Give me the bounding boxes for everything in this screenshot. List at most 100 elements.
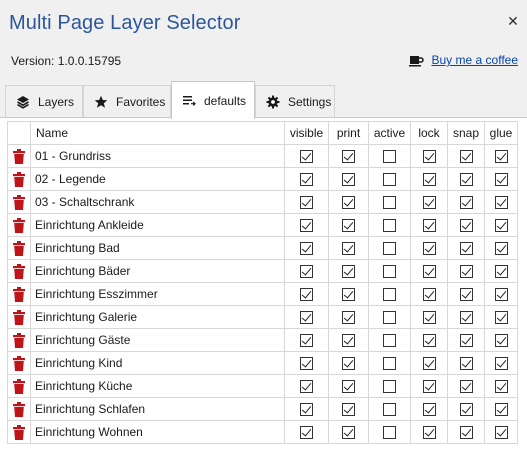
active-checkbox[interactable] <box>383 265 396 279</box>
active-checkbox[interactable] <box>383 311 396 325</box>
glue-checkbox[interactable] <box>494 426 508 440</box>
active-checkbox[interactable] <box>383 288 396 302</box>
snap-checkbox[interactable] <box>459 265 473 279</box>
column-header-glue[interactable]: glue <box>484 121 518 145</box>
visible-checkbox[interactable] <box>300 380 313 394</box>
delete-layer-button[interactable] <box>7 305 31 329</box>
visible-checkbox[interactable] <box>300 150 313 164</box>
visible-checkbox[interactable] <box>300 219 313 233</box>
active-checkbox[interactable] <box>383 150 396 164</box>
active-checkbox[interactable] <box>383 196 396 210</box>
print-checkbox[interactable] <box>342 426 355 440</box>
active-checkbox[interactable] <box>383 242 396 256</box>
print-checkbox[interactable] <box>342 311 355 325</box>
snap-checkbox[interactable] <box>459 150 473 164</box>
print-checkbox[interactable] <box>342 265 355 279</box>
delete-layer-button[interactable] <box>7 420 31 444</box>
print-checkbox[interactable] <box>342 334 355 348</box>
visible-checkbox[interactable] <box>300 426 313 440</box>
lock-checkbox[interactable] <box>422 219 436 233</box>
snap-checkbox[interactable] <box>459 403 473 417</box>
active-checkbox[interactable] <box>383 426 396 440</box>
visible-checkbox[interactable] <box>300 242 313 256</box>
visible-checkbox[interactable] <box>300 334 313 348</box>
delete-layer-button[interactable] <box>7 213 31 237</box>
buy-coffee-area[interactable]: Buy me a coffee <box>408 53 519 67</box>
buy-coffee-link[interactable]: Buy me a coffee <box>432 53 519 67</box>
lock-checkbox[interactable] <box>422 380 436 394</box>
visible-checkbox[interactable] <box>300 311 313 325</box>
visible-checkbox[interactable] <box>300 357 313 371</box>
snap-checkbox[interactable] <box>459 242 473 256</box>
tab-settings[interactable]: Settings <box>255 85 335 117</box>
tab-favorites[interactable]: Favorites <box>83 85 171 117</box>
delete-layer-button[interactable] <box>7 167 31 191</box>
glue-checkbox[interactable] <box>494 242 508 256</box>
visible-checkbox[interactable] <box>300 265 313 279</box>
snap-checkbox[interactable] <box>459 426 473 440</box>
visible-checkbox[interactable] <box>300 173 313 187</box>
delete-layer-button[interactable] <box>7 351 31 375</box>
visible-checkbox[interactable] <box>300 196 313 210</box>
active-checkbox[interactable] <box>383 357 396 371</box>
tab-layers[interactable]: Layers <box>5 85 83 117</box>
column-header-print[interactable]: print <box>328 121 369 145</box>
glue-checkbox[interactable] <box>494 196 508 210</box>
visible-checkbox[interactable] <box>300 288 313 302</box>
lock-checkbox[interactable] <box>422 357 436 371</box>
print-checkbox[interactable] <box>342 242 355 256</box>
print-checkbox[interactable] <box>342 173 355 187</box>
glue-checkbox[interactable] <box>494 265 508 279</box>
column-header-name[interactable]: Name <box>30 121 285 145</box>
snap-checkbox[interactable] <box>459 219 473 233</box>
snap-checkbox[interactable] <box>459 173 473 187</box>
lock-checkbox[interactable] <box>422 150 436 164</box>
lock-checkbox[interactable] <box>422 426 436 440</box>
snap-checkbox[interactable] <box>459 357 473 371</box>
snap-checkbox[interactable] <box>459 334 473 348</box>
active-checkbox[interactable] <box>383 380 396 394</box>
glue-checkbox[interactable] <box>494 173 508 187</box>
print-checkbox[interactable] <box>342 196 355 210</box>
column-header-visible[interactable]: visible <box>284 121 329 145</box>
lock-checkbox[interactable] <box>422 311 436 325</box>
visible-checkbox[interactable] <box>300 403 313 417</box>
active-checkbox[interactable] <box>383 173 396 187</box>
tab-defaults[interactable]: defaults <box>171 81 255 119</box>
lock-checkbox[interactable] <box>422 334 436 348</box>
delete-layer-button[interactable] <box>7 397 31 421</box>
print-checkbox[interactable] <box>342 357 355 371</box>
delete-layer-button[interactable] <box>7 259 31 283</box>
glue-checkbox[interactable] <box>494 288 508 302</box>
glue-checkbox[interactable] <box>494 403 508 417</box>
glue-checkbox[interactable] <box>494 150 508 164</box>
lock-checkbox[interactable] <box>422 196 436 210</box>
lock-checkbox[interactable] <box>422 242 436 256</box>
active-checkbox[interactable] <box>383 219 396 233</box>
delete-layer-button[interactable] <box>7 282 31 306</box>
lock-checkbox[interactable] <box>422 288 436 302</box>
print-checkbox[interactable] <box>342 288 355 302</box>
snap-checkbox[interactable] <box>459 311 473 325</box>
glue-checkbox[interactable] <box>494 380 508 394</box>
close-icon[interactable]: ✕ <box>505 13 521 29</box>
coffee-cup-icon[interactable] <box>408 54 424 67</box>
lock-checkbox[interactable] <box>422 265 436 279</box>
lock-checkbox[interactable] <box>422 173 436 187</box>
delete-layer-button[interactable] <box>7 236 31 260</box>
print-checkbox[interactable] <box>342 403 355 417</box>
glue-checkbox[interactable] <box>494 334 508 348</box>
glue-checkbox[interactable] <box>494 219 508 233</box>
column-header-lock[interactable]: lock <box>410 121 448 145</box>
column-header-snap[interactable]: snap <box>447 121 485 145</box>
lock-checkbox[interactable] <box>422 403 436 417</box>
print-checkbox[interactable] <box>342 219 355 233</box>
glue-checkbox[interactable] <box>494 357 508 371</box>
snap-checkbox[interactable] <box>459 196 473 210</box>
print-checkbox[interactable] <box>342 380 355 394</box>
glue-checkbox[interactable] <box>494 311 508 325</box>
delete-layer-button[interactable] <box>7 374 31 398</box>
snap-checkbox[interactable] <box>459 380 473 394</box>
delete-layer-button[interactable] <box>7 328 31 352</box>
snap-checkbox[interactable] <box>459 288 473 302</box>
